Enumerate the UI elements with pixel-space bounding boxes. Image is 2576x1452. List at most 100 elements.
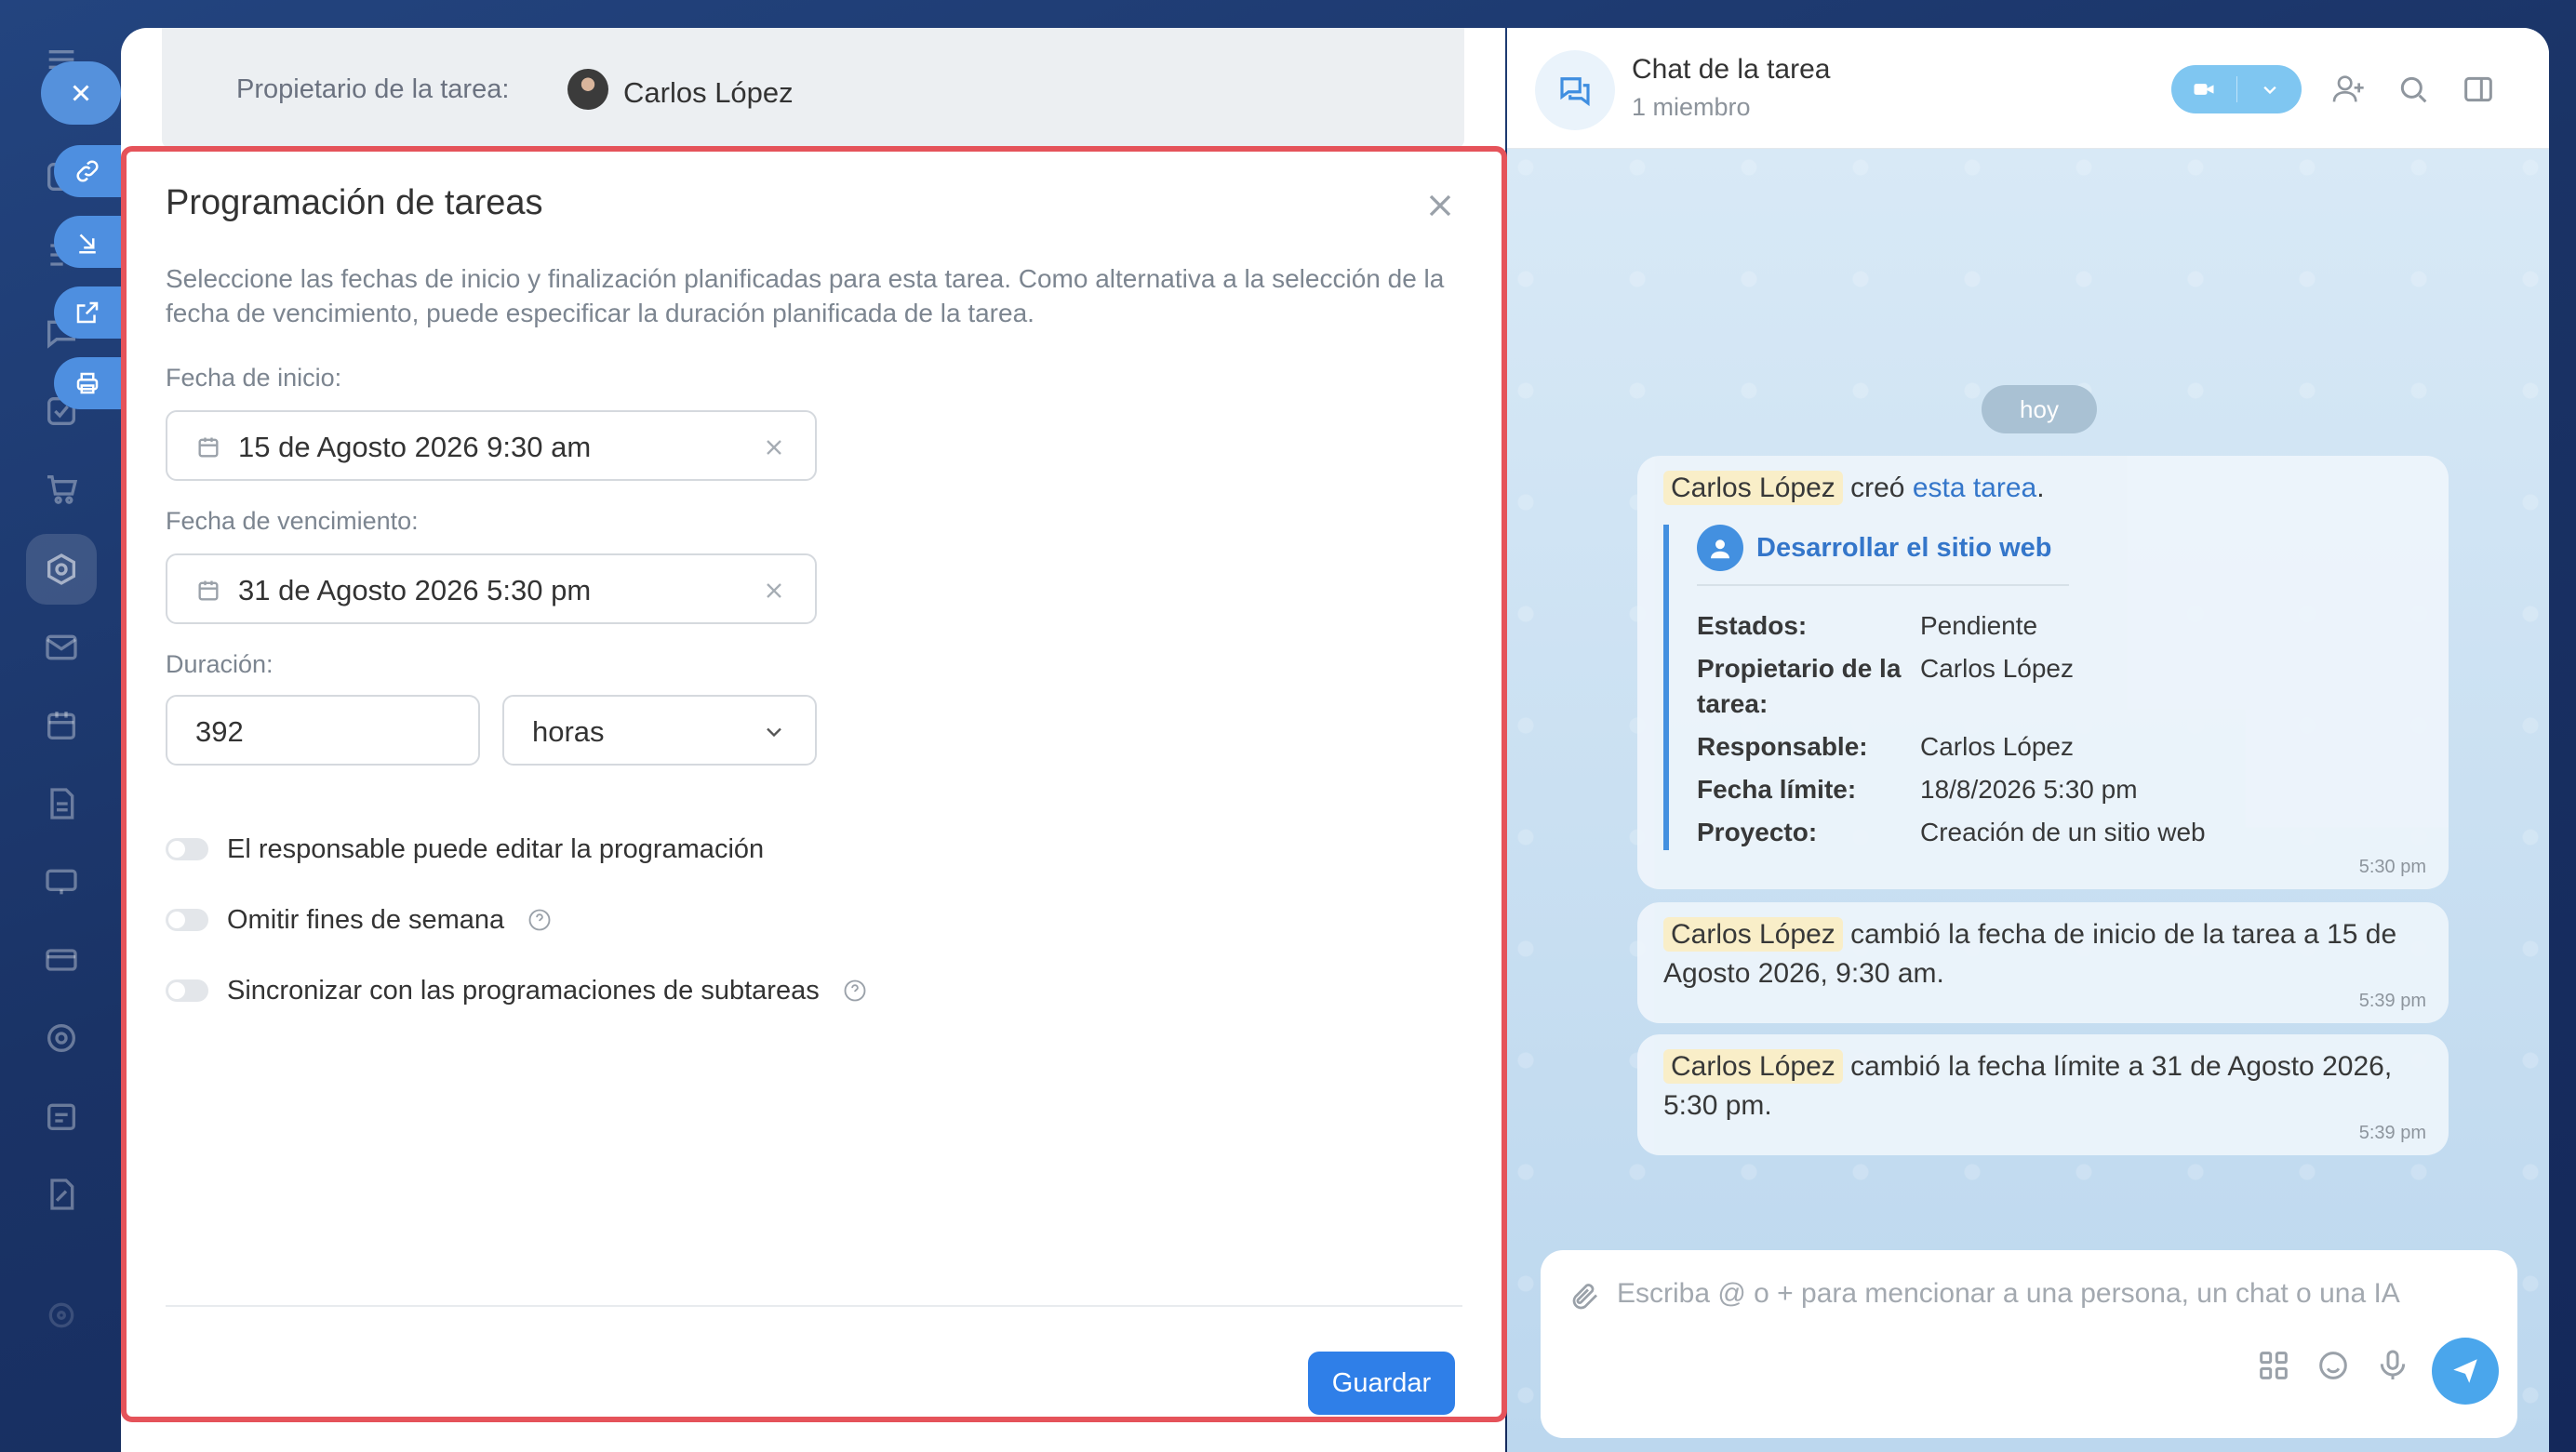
printer-icon xyxy=(76,372,99,394)
toggle-row-edit: El responsable puede editar la programac… xyxy=(166,831,764,868)
toggle-label: El responsable puede editar la programac… xyxy=(227,833,765,864)
help-icon[interactable] xyxy=(842,978,868,1004)
close-icon[interactable] xyxy=(1421,187,1459,224)
close-slider-button[interactable] xyxy=(41,61,121,125)
field-value: Pendiente xyxy=(1920,611,2038,640)
start-date-value: 15 de Agosto 2026 9:30 am xyxy=(238,431,592,463)
toggle-label: Omitir fines de semana xyxy=(227,904,505,935)
owner-name[interactable]: Carlos López xyxy=(623,76,794,110)
start-date-field[interactable]: 15 de Agosto 2026 9:30 am xyxy=(166,410,817,481)
dialog-title: Programación de tareas xyxy=(166,183,543,222)
calendar-icon xyxy=(198,580,219,601)
chat-avatar xyxy=(1535,50,1615,130)
task-card-title[interactable]: Desarrollar el sitio web xyxy=(1697,525,2069,586)
copy-link-button[interactable] xyxy=(54,145,121,197)
field-value: 18/8/2026 5:30 pm xyxy=(1920,775,2138,804)
video-call-button[interactable] xyxy=(2171,65,2302,113)
duration-label: Duración: xyxy=(166,650,274,678)
close-icon xyxy=(73,85,89,101)
card-icon[interactable] xyxy=(39,938,84,982)
microphone-icon[interactable] xyxy=(2374,1347,2411,1384)
task-name: Desarrollar el sitio web xyxy=(1756,532,2052,563)
chevron-down-icon[interactable] xyxy=(2257,76,2283,102)
chat-title: Chat de la tarea xyxy=(1632,54,1831,85)
field-key: Fecha límite: xyxy=(1697,775,1857,804)
toggle-label: Sincronizar con las programaciones de su… xyxy=(227,975,820,1006)
apps-grid-icon[interactable] xyxy=(2255,1347,2292,1384)
skip-weekends-toggle[interactable] xyxy=(166,909,208,931)
cart-icon[interactable] xyxy=(39,467,84,512)
open-new-window-button[interactable] xyxy=(54,286,121,339)
presentation-icon[interactable] xyxy=(39,859,84,904)
clear-icon[interactable] xyxy=(761,434,787,460)
minimize-button[interactable] xyxy=(54,216,121,268)
calendar-icon[interactable] xyxy=(39,703,84,748)
field-key: Estados: xyxy=(1697,611,1808,640)
target-icon[interactable] xyxy=(39,1016,84,1060)
message-time: 5:30 pm xyxy=(2358,857,2426,877)
toggle-row-subtasks: Sincronizar con las programaciones de su… xyxy=(166,972,868,1009)
chat-message: Carlos López cambió la fecha límite a 31… xyxy=(1637,1034,2449,1155)
chat-bubbles-icon xyxy=(1560,77,1590,107)
field-value: Creación de un sitio web xyxy=(1920,818,2206,846)
message-time: 5:39 pm xyxy=(2358,991,2426,1011)
send-icon xyxy=(2453,1359,2477,1383)
message-time: 5:39 pm xyxy=(2358,1123,2426,1143)
search-icon[interactable] xyxy=(2395,71,2432,108)
task-chat-panel: Chat de la tarea 1 miembro hoy Carlos Ló… xyxy=(1507,28,2549,1452)
link-icon xyxy=(76,160,99,182)
field-key: Proyecto: xyxy=(1697,818,1818,846)
settings-icon[interactable] xyxy=(39,1293,84,1338)
task-card: Desarrollar el sitio web Estados: Pendie… xyxy=(1663,525,2449,850)
author-name[interactable]: Carlos López xyxy=(1663,471,1843,505)
external-link-icon xyxy=(76,301,99,324)
document-icon[interactable] xyxy=(39,781,84,826)
duration-value: 392 xyxy=(195,715,244,748)
calendar-icon xyxy=(198,437,219,458)
attach-icon[interactable] xyxy=(1568,1280,1602,1313)
chat-message: Carlos López cambió la fecha de inicio d… xyxy=(1637,902,2449,1023)
sync-subtasks-toggle[interactable] xyxy=(166,979,208,1002)
hexagon-icon[interactable] xyxy=(39,547,84,592)
help-icon[interactable] xyxy=(527,907,553,933)
due-date-value: 31 de Agosto 2026 5:30 pm xyxy=(238,574,592,606)
dialog-description: Seleccione las fechas de inicio y finali… xyxy=(166,264,1445,327)
chat-members-count[interactable]: 1 miembro xyxy=(1632,93,1751,122)
divider xyxy=(166,1305,1462,1307)
task-fields: Estados: Pendiente Propietario de la tar… xyxy=(1697,608,2449,850)
task-owner-bar: Propietario de la tarea: Carlos López xyxy=(162,28,1464,149)
edit-doc-icon[interactable] xyxy=(39,1172,84,1217)
mail-icon[interactable] xyxy=(39,625,84,670)
task-scheduling-dialog: Programación de tareas Seleccione las fe… xyxy=(121,146,1507,1422)
toggle-row-weekends: Omitir fines de semana xyxy=(166,901,553,939)
duration-unit-select[interactable]: horas xyxy=(502,695,817,766)
arrow-down-right-icon xyxy=(79,233,96,254)
chat-message: Carlos López creó esta tarea. Desarrolla… xyxy=(1637,456,2449,889)
message-input-placeholder[interactable]: Escriba @ o + para mencionar a una perso… xyxy=(1617,1278,2400,1310)
save-button[interactable]: Guardar xyxy=(1308,1352,1455,1415)
field-value: Carlos López xyxy=(1920,732,2074,761)
owner-label: Propietario de la tarea: xyxy=(236,74,510,104)
add-user-icon[interactable] xyxy=(2329,71,2367,108)
author-name[interactable]: Carlos López xyxy=(1663,1049,1843,1084)
duration-input[interactable]: 392 xyxy=(166,695,480,766)
sidebar-toggle-icon[interactable] xyxy=(2460,71,2497,108)
chat-header: Chat de la tarea 1 miembro xyxy=(1507,28,2549,149)
print-button[interactable] xyxy=(54,357,121,409)
emoji-icon[interactable] xyxy=(2315,1347,2352,1384)
duration-unit-value: horas xyxy=(532,715,605,748)
message-composer[interactable]: Escriba @ o + para mencionar a una perso… xyxy=(1541,1250,2517,1438)
author-name[interactable]: Carlos López xyxy=(1663,917,1843,952)
field-key: Propietario de la tarea: xyxy=(1697,654,1902,718)
field-key: Responsable: xyxy=(1697,732,1868,761)
responsible-can-edit-toggle[interactable] xyxy=(166,838,208,860)
send-button[interactable] xyxy=(2432,1338,2499,1405)
planner-icon[interactable] xyxy=(39,1094,84,1139)
clear-icon[interactable] xyxy=(761,578,787,604)
date-divider: hoy xyxy=(1982,385,2097,433)
video-camera-icon xyxy=(2194,84,2214,95)
task-link[interactable]: esta tarea xyxy=(1913,473,2036,503)
due-date-label: Fecha de vencimiento: xyxy=(166,507,419,535)
due-date-field[interactable]: 31 de Agosto 2026 5:30 pm xyxy=(166,553,817,624)
message-verb: creó xyxy=(1850,473,1905,503)
